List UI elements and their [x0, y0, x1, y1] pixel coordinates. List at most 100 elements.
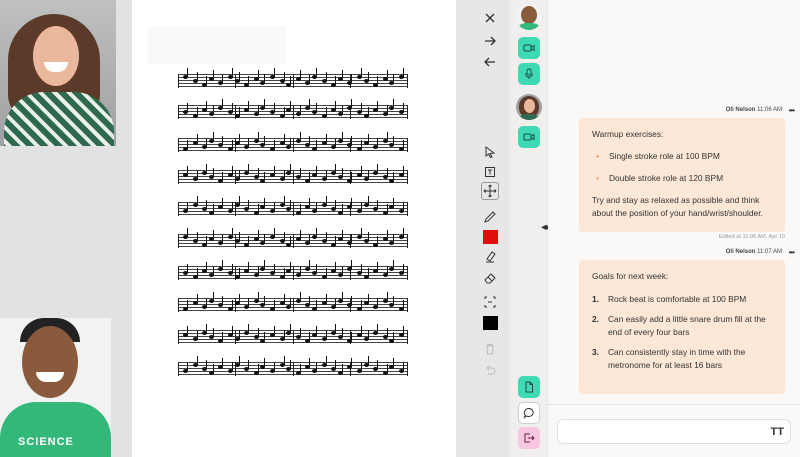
pencil-icon[interactable]	[478, 207, 502, 227]
camera-button-2[interactable]	[518, 126, 540, 148]
note-stem	[393, 74, 395, 83]
bar-line	[178, 266, 179, 280]
note-stem	[196, 268, 198, 277]
note-stem	[325, 268, 327, 277]
message-more-icon[interactable]: •••	[789, 106, 795, 115]
note-stem	[257, 168, 259, 177]
close-icon[interactable]	[478, 8, 502, 28]
note-stem	[274, 228, 275, 237]
note-stem	[299, 168, 301, 177]
note-stem	[264, 99, 266, 108]
note-stem	[309, 332, 311, 341]
note-stem	[196, 134, 198, 143]
select-cursor-icon[interactable]	[478, 142, 502, 162]
video-tile-participant-1[interactable]	[0, 0, 116, 146]
annotation-toolbar	[478, 0, 504, 457]
note-stem	[377, 138, 379, 147]
note-stem	[403, 264, 404, 273]
note-stem	[264, 358, 266, 367]
note-stem	[393, 234, 395, 243]
highlighter-icon[interactable]	[478, 247, 502, 267]
bar-line	[293, 330, 294, 344]
note-stem	[290, 164, 292, 173]
note-stem	[361, 103, 362, 112]
note-stem	[232, 326, 233, 335]
note-stem	[341, 70, 343, 79]
note-stem	[299, 364, 301, 373]
arrow-left-icon[interactable]	[478, 52, 502, 72]
note-stem	[274, 202, 275, 211]
arrow-right-icon[interactable]	[478, 31, 502, 51]
text-box-icon[interactable]	[478, 162, 502, 182]
sheet-music-page[interactable]	[132, 0, 456, 457]
note-stem	[351, 332, 353, 341]
note-stem	[351, 74, 353, 83]
note-stem	[335, 138, 337, 147]
note-stem	[290, 76, 292, 85]
note-stem	[232, 166, 233, 175]
note-stem	[257, 70, 259, 79]
bar-line	[178, 138, 179, 152]
note-stem	[283, 356, 285, 365]
crop-icon[interactable]	[478, 292, 502, 312]
note-stem	[264, 198, 266, 207]
note-stem	[248, 164, 250, 173]
note-stem	[196, 294, 198, 303]
note-stem	[403, 140, 404, 149]
note-stem	[264, 74, 266, 83]
chat-button[interactable]	[518, 402, 540, 424]
avatar-participant-1[interactable]	[516, 94, 542, 120]
note-stem	[290, 324, 292, 333]
avatar-participant-2[interactable]	[516, 4, 542, 30]
note-stem	[325, 134, 327, 143]
note-stem	[238, 72, 240, 81]
note-stem	[386, 132, 388, 141]
note-stem	[290, 236, 292, 245]
message-title: Warmup exercises:	[592, 129, 664, 139]
message-composer[interactable]: TT	[557, 419, 791, 444]
note-stem	[206, 236, 208, 245]
pan-icon[interactable]	[481, 182, 499, 200]
bar-line	[293, 234, 294, 248]
chat-panel: Oli Nelson 11:06 AM ••• Warmup exercises…	[548, 0, 800, 457]
note-stem	[206, 101, 208, 110]
trash-icon[interactable]	[478, 339, 502, 359]
note-stem	[341, 204, 343, 213]
bar-line	[178, 74, 179, 88]
microphone-button[interactable]	[518, 63, 540, 85]
note-stem	[367, 294, 369, 303]
note-stem	[274, 264, 275, 273]
camera-button[interactable]	[518, 37, 540, 59]
note-stem	[248, 324, 250, 333]
note-stem	[196, 72, 198, 81]
message-title: Goals for next week:	[592, 271, 669, 281]
color-swatch-black[interactable]	[483, 316, 498, 330]
message-numbered-list: 1. Rock beat is comfortable at 100 BPM 2.…	[592, 293, 772, 372]
leave-button[interactable]	[518, 427, 540, 449]
message-more-icon[interactable]: •••	[789, 248, 795, 257]
note-stem	[403, 228, 404, 237]
color-swatch-red[interactable]	[483, 230, 498, 244]
music-staff	[178, 292, 408, 312]
note-stem	[206, 324, 208, 333]
note-stem	[316, 300, 317, 309]
list-item: 3. Can consistently stay in time with the…	[592, 347, 746, 370]
note-stem	[361, 264, 362, 273]
note-stem	[187, 68, 188, 77]
bar-line	[178, 362, 179, 376]
note-stem	[212, 204, 214, 213]
shirt-text: SCIENCE	[18, 436, 74, 448]
note-stem	[309, 172, 311, 181]
document-button[interactable]	[518, 376, 540, 398]
note-stem	[232, 228, 233, 237]
message-input[interactable]	[564, 424, 760, 440]
note-stem	[335, 164, 337, 173]
text-format-icon[interactable]: TT	[771, 426, 784, 438]
note-stem	[264, 332, 266, 341]
undo-icon[interactable]	[478, 360, 502, 380]
note-stem	[325, 170, 327, 179]
note-stem	[196, 356, 198, 365]
video-tile-participant-2[interactable]: SCIENCE	[0, 318, 111, 457]
eraser-icon[interactable]	[478, 268, 502, 288]
note-stem	[386, 266, 388, 275]
